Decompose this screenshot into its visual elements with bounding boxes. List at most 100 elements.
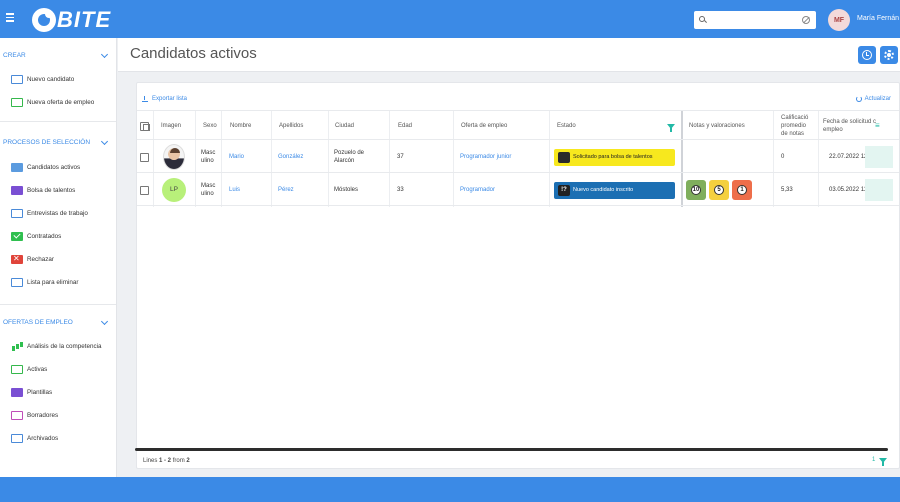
section-crear[interactable]: CREAR [3,49,109,61]
avatar: LP [162,178,186,202]
search-input[interactable] [710,14,798,26]
clear-search-icon[interactable] [802,16,810,24]
sidebar-item-label: Nueva oferta de empleo [27,98,95,106]
cell-surname-link[interactable]: Pérez [278,174,294,206]
bottom-bar [0,477,900,502]
cell-offer-link[interactable]: Programador [460,174,495,206]
cell-surname-link[interactable]: González [278,141,303,173]
note-badge[interactable]: 5 [709,180,729,200]
refresh-button[interactable]: Actualizar [855,96,891,102]
header-city[interactable]: Ciudad [335,111,354,141]
templates-icon [11,387,23,397]
menu-icon[interactable] [6,13,14,22]
horizontal-scrollbar[interactable] [135,448,888,451]
add-user-icon [11,74,23,84]
sidebar-item-active-candidates[interactable]: Candidatos activos [11,161,115,173]
cell-sex-line: Masc [201,150,216,156]
status-badge[interactable]: Solicitado para bolsa de talentos [554,148,675,166]
chevron-down-icon[interactable] [100,317,109,326]
filter-icon [879,457,888,466]
cell-status[interactable]: Solicitado para bolsa de talentos [554,141,675,173]
header-surname[interactable]: Apellidos [279,111,303,141]
note-value: 5 [714,185,724,195]
header-offer[interactable]: Oferta de empleo [461,111,507,141]
note-badge[interactable]: 1 [732,180,752,200]
status-filter[interactable] [667,111,675,141]
cell-status[interactable]: !? Nuevo candidato inscrito [554,174,675,206]
table-row[interactable]: LP Masc ulino Luis Pérez Móstoles 33 Pro… [137,174,899,206]
section-ofertas[interactable]: OFERTAS DE EMPLEO [3,316,109,328]
sidebar-item-drafts[interactable]: Borradores [11,409,115,421]
page-title: Candidatos activos [130,45,257,62]
sidebar-item-archived[interactable]: Archivados [11,432,115,444]
checkbox[interactable] [140,152,149,162]
active-filters[interactable]: 1 [872,457,888,466]
candidate-photo[interactable] [163,141,185,173]
header-sex[interactable]: Sexo [203,111,217,141]
cell-name-link[interactable]: Luis [229,174,240,206]
delete-list-icon [11,277,23,287]
cell-city: Móstoles [334,187,359,193]
header-date[interactable]: Fecha de solicitud c empleo [823,111,876,141]
cell-sex-line: Masc [201,183,216,189]
sidebar-item-templates[interactable]: Plantillas [11,386,115,398]
drafts-icon [11,410,23,420]
date-highlight [865,179,893,201]
lines-range: 1 - 2 [159,458,172,464]
sidebar-item-label: Archivados [27,434,59,442]
header-name[interactable]: Nombre [230,111,251,141]
sidebar-item-label: Activas [27,365,48,373]
candidate-avatar[interactable]: LP [162,174,186,206]
sidebar-item-reject[interactable]: Rechazar [11,253,115,265]
header-age[interactable]: Edad [398,111,412,141]
select-all-copy[interactable] [140,111,150,141]
candidates-icon [11,162,23,172]
header-rating-line: Calificació [781,115,809,121]
header-image[interactable]: Imagen [161,111,181,141]
sidebar-item-new-offer[interactable]: Nueva oferta de empleo [11,96,115,108]
table-row[interactable]: Masc ulino Mario González Pozuelo de Ala… [137,141,899,173]
sort-icon[interactable]: ≡ [875,111,880,141]
history-button[interactable] [858,46,876,64]
sidebar-item-hired[interactable]: Contratados [11,230,115,242]
interview-icon [11,208,23,218]
sidebar-item-delete-list[interactable]: Lista para eliminar [11,276,115,288]
candidates-table: Imagen Sexo Nombre Apellidos Ciudad Edad… [137,110,899,436]
chevron-down-icon[interactable] [100,50,109,59]
refresh-icon [855,96,862,102]
sidebar-item-interviews[interactable]: Entrevistas de trabajo [11,207,115,219]
row-checkbox[interactable] [140,174,149,206]
add-offer-icon [11,97,23,107]
cell-rating: 0 [781,154,785,160]
cell-sex: Masc ulino [201,174,215,206]
cell-name-link[interactable]: Mario [229,141,244,173]
section-procesos[interactable]: PROCESOS DE SELECCIÓN [3,136,109,148]
checkbox[interactable] [140,185,149,195]
header-status[interactable]: Estado [557,111,576,141]
sidebar-item-label: Bolsa de talentos [27,186,76,194]
header-notes[interactable]: Notas y valoraciones [689,111,745,141]
sidebar-item-label: Borradores [27,411,59,419]
settings-button[interactable] [880,46,898,64]
avatar[interactable]: MF [828,9,850,31]
sidebar-item-competition[interactable]: Análisis de la competencia [11,340,115,352]
user-name[interactable]: María Fernán [857,15,899,22]
cell-offer-link[interactable]: Programador junior [460,141,511,173]
note-badge[interactable]: 10 [686,180,706,200]
archive-icon [11,433,23,443]
sidebar-item-new-candidate[interactable]: Nuevo candidato [11,73,115,85]
row-checkbox[interactable] [140,141,149,173]
download-icon [142,96,148,102]
export-list-button[interactable]: Exportar lista [142,96,187,102]
app-logo[interactable]: BITE [32,7,111,33]
logo-text: BITE [57,7,112,32]
search-icon [699,16,705,22]
filter-count: 1 [872,457,876,463]
status-badge[interactable]: !? Nuevo candidato inscrito [554,181,675,199]
divider [0,121,116,122]
sidebar-item-talent-pool[interactable]: Bolsa de talentos [11,184,115,196]
sidebar-item-active-offers[interactable]: Activas [11,363,115,375]
chevron-down-icon[interactable] [100,137,109,146]
header-rating[interactable]: Calificació promedio de notas [781,111,808,141]
main-content: Candidatos activos Exportar lista Actual… [118,38,900,477]
